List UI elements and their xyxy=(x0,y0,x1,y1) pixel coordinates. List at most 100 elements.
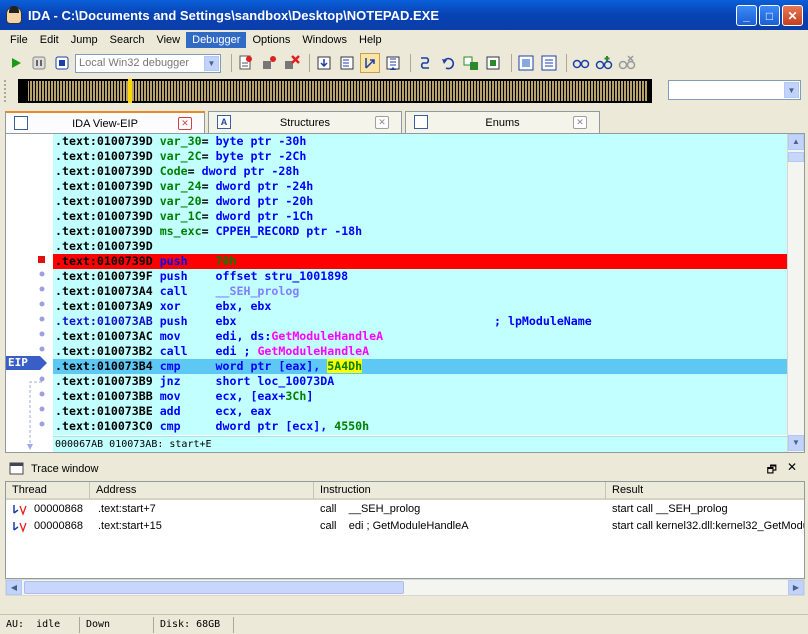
column-thread[interactable]: Thread xyxy=(6,482,90,500)
menu-view[interactable]: View xyxy=(150,32,186,48)
operand: byte ptr -30h xyxy=(215,134,307,148)
eip-marker: EIP xyxy=(6,356,47,370)
trace-exit-button[interactable] xyxy=(484,53,504,73)
scroll-left-icon[interactable]: ◀ xyxy=(6,580,22,595)
tab-ida-view-eip[interactable]: IDA View-EIP ✕ xyxy=(5,111,205,134)
vertical-scrollbar[interactable]: ▲ ▼ xyxy=(787,134,804,452)
run-button[interactable] xyxy=(6,53,26,73)
code-address: .text:0100739F xyxy=(55,269,160,283)
minimize-button[interactable]: _ xyxy=(736,5,757,26)
add-watch-button[interactable] xyxy=(594,53,614,73)
code-line[interactable]: .text:010073C0 cmp dword ptr [ecx], 4550… xyxy=(53,419,788,434)
code-address: .text:0100739D xyxy=(55,209,160,223)
run-to-cursor-button[interactable] xyxy=(383,53,403,73)
menu-debugger[interactable]: Debugger xyxy=(186,32,247,48)
trace-row[interactable]: 00000868 .text:start+7 call __SEH_prolog… xyxy=(6,501,804,518)
delete-watch-button[interactable] xyxy=(617,53,637,73)
disassembly-listing[interactable]: .text:0100739D var_30= byte ptr -30h .tex… xyxy=(53,134,788,435)
toolbar-grip[interactable] xyxy=(4,80,12,102)
step-into-button[interactable] xyxy=(314,53,334,73)
pause-button[interactable] xyxy=(29,53,49,73)
code-address: .text:0100739D xyxy=(55,254,160,268)
code-line[interactable]: .text:010073BB mov ecx, [eax+3Ch] xyxy=(53,389,788,404)
close-tab-icon[interactable]: ✕ xyxy=(375,116,389,129)
step-into-icon xyxy=(317,56,331,70)
trace-event-icon xyxy=(13,522,27,533)
step-until-return-button[interactable] xyxy=(360,53,380,73)
operand: short loc_10073DA xyxy=(215,374,335,388)
code-line[interactable]: .text:010073A9 xor ebx, ebx xyxy=(53,299,788,314)
trace-row[interactable]: 00000868 .text:start+15 call edi ; GetMo… xyxy=(6,518,804,535)
code-line[interactable]: .text:0100739D ms_exc= CPPEH_RECORD ptr … xyxy=(53,224,788,239)
close-tab-icon[interactable]: ✕ xyxy=(573,116,587,129)
column-address[interactable]: Address xyxy=(90,482,314,500)
code-line[interactable]: .text:010073AB push ebx ; lpModuleName xyxy=(53,314,788,329)
delete-breakpoint-button[interactable] xyxy=(282,53,302,73)
code-line[interactable]: .text:0100739D var_24= dword ptr -24h xyxy=(53,179,788,194)
menu-search[interactable]: Search xyxy=(104,32,151,48)
code-line[interactable]: .text:010073B2 call edi ; GetModuleHandl… xyxy=(53,344,788,359)
debugger-select[interactable]: Local Win32 debugger ▼ xyxy=(75,53,221,73)
code-line[interactable]: .text:0100739D xyxy=(53,239,788,254)
scroll-thumb[interactable] xyxy=(24,581,404,594)
scroll-right-icon[interactable]: ▶ xyxy=(788,580,804,595)
trace-exit-icon xyxy=(486,56,500,70)
code-line[interactable]: .text:0100739D var_20= dword ptr -20h xyxy=(53,194,788,209)
restore-icon[interactable]: 🗗 xyxy=(767,461,777,480)
add-breakpoint-button[interactable] xyxy=(259,53,279,73)
scroll-thumb[interactable] xyxy=(788,152,804,162)
code-address: .text:010073A4 xyxy=(55,284,160,298)
watch-button[interactable] xyxy=(571,53,591,73)
trace-instruction-button[interactable] xyxy=(415,53,435,73)
mnemonic: mov xyxy=(159,389,216,403)
step-over-button[interactable] xyxy=(337,53,357,73)
code-line[interactable]: .text:0100739D var_30= byte ptr -30h xyxy=(53,134,788,149)
menu-windows[interactable]: Windows xyxy=(296,32,353,48)
code-line[interactable]: .text:0100739D var_1C= dword ptr -1Ch xyxy=(53,209,788,224)
segments-button[interactable] xyxy=(516,53,536,73)
operand: var_2C xyxy=(159,149,202,163)
tab-enums[interactable]: Enums ✕ xyxy=(405,111,600,133)
close-icon[interactable]: ✕ xyxy=(787,460,797,474)
code-line[interactable]: .text:010073A4 call __SEH_prolog xyxy=(53,284,788,299)
column-result[interactable]: Result xyxy=(606,482,804,500)
tab-structures[interactable]: A Structures ✕ xyxy=(208,111,402,133)
code-line[interactable]: .text:0100739D var_2C= byte ptr -2Ch xyxy=(53,149,788,164)
scroll-down-icon[interactable]: ▼ xyxy=(788,435,804,451)
modules-button[interactable] xyxy=(539,53,559,73)
code-line[interactable]: .text:0100739D Code= dword ptr -28h xyxy=(53,164,788,179)
code-address: .text:010073A9 xyxy=(55,299,160,313)
trace-basic-block-button[interactable] xyxy=(461,53,481,73)
breakpoint-list-button[interactable] xyxy=(236,53,256,73)
close-tab-icon[interactable]: ✕ xyxy=(178,117,192,130)
column-instruction[interactable]: Instruction xyxy=(314,482,606,500)
trace-function-button[interactable] xyxy=(438,53,458,73)
code-line[interactable]: .text:010073AC mov edi, ds:GetModuleHand… xyxy=(53,329,788,344)
chevron-down-icon: ▼ xyxy=(784,82,799,98)
code-line[interactable]: .text:010073BE add ecx, eax xyxy=(53,404,788,419)
maximize-button[interactable]: □ xyxy=(759,5,780,26)
menu-jump[interactable]: Jump xyxy=(65,32,104,48)
modules-icon xyxy=(541,55,557,71)
code-line[interactable]: .text:0100739F push offset stru_1001898 xyxy=(53,269,788,284)
segment-select[interactable]: ▼ xyxy=(668,80,801,100)
menu-file[interactable]: File xyxy=(4,32,34,48)
current-instruction-line[interactable]: .text:010073B4 cmp word ptr [eax], 5A4Dh xyxy=(53,359,788,374)
chevron-down-icon: ▼ xyxy=(204,55,219,71)
breakpoint-line[interactable]: .text:0100739D push 70h xyxy=(53,254,788,269)
stop-button[interactable] xyxy=(52,53,72,73)
play-icon xyxy=(12,58,21,68)
menu-edit[interactable]: Edit xyxy=(34,32,65,48)
disassembly-view[interactable]: EIP .text:0100739D var_30= byte ptr -30h… xyxy=(5,133,805,453)
code-status-line: 000067AB 010073AB: start+E xyxy=(53,436,788,452)
operand: dword ptr -24h xyxy=(215,179,314,193)
navigation-band[interactable] xyxy=(18,79,652,103)
operand: = xyxy=(201,149,216,163)
scroll-up-icon[interactable]: ▲ xyxy=(788,134,804,150)
step-return-icon xyxy=(365,58,375,69)
horizontal-scrollbar[interactable]: ◀ ▶ xyxy=(5,579,805,596)
close-button[interactable]: ✕ xyxy=(782,5,803,26)
menu-help[interactable]: Help xyxy=(353,32,388,48)
menu-options[interactable]: Options xyxy=(246,32,296,48)
code-line[interactable]: .text:010073B9 jnz short loc_10073DA xyxy=(53,374,788,389)
